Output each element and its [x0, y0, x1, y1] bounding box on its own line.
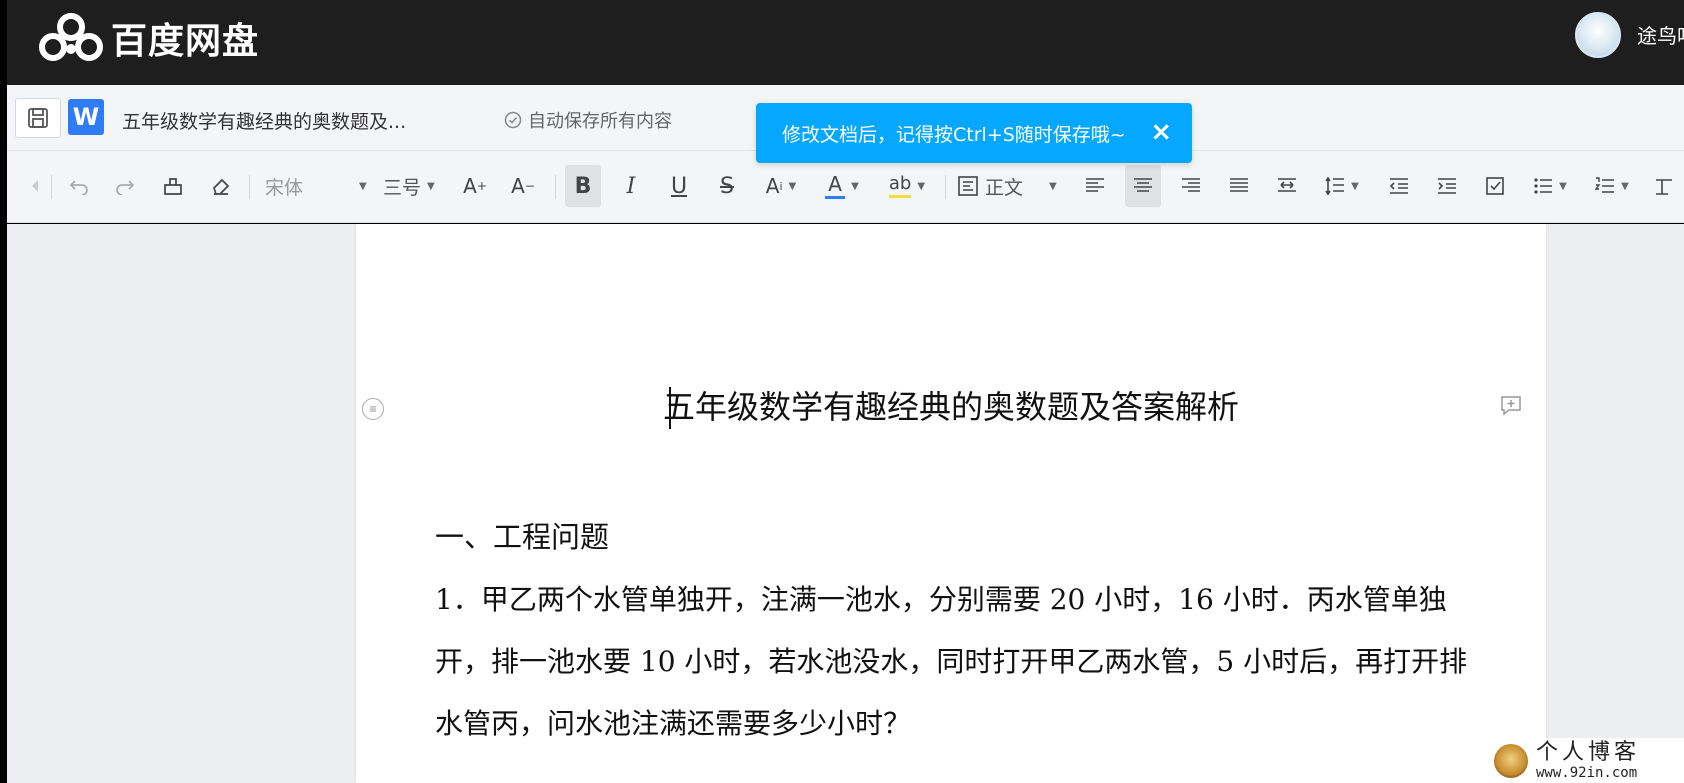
chevron-down-icon: ▼: [359, 180, 367, 192]
user-name[interactable]: 途鸟吧: [1637, 20, 1684, 49]
close-icon[interactable]: ×: [1150, 119, 1172, 145]
top-bar: 百度网盘 途鸟吧: [7, 0, 1684, 85]
baidu-netdisk-logo[interactable]: 百度网盘: [39, 12, 259, 64]
scroll-left-icon[interactable]: [25, 165, 45, 207]
word-doc-icon: W: [68, 99, 104, 135]
watermark-url: www.92in.com: [1536, 764, 1638, 781]
outdent-icon[interactable]: [1381, 165, 1417, 207]
align-justify-icon[interactable]: [1221, 165, 1257, 207]
autosave-status: 自动保存所有内容: [504, 107, 672, 133]
highlight-button[interactable]: ab ▼: [881, 165, 933, 207]
more-tools-icon[interactable]: [1649, 165, 1679, 207]
font-size-value: 三号: [383, 176, 422, 199]
save-icon: [28, 108, 48, 128]
document-title[interactable]: 五年级数学有趣经典的奥数题及...: [122, 107, 406, 134]
document-heading[interactable]: 五年级数学有趣经典的奥数题及答案解析: [356, 382, 1546, 428]
blog-watermark: 个人博客 www.92in.com: [1490, 738, 1684, 783]
save-reminder-toast: 修改文档后，记得按Ctrl+S随时保存哦~ ×: [756, 103, 1192, 163]
indent-icon[interactable]: [1429, 165, 1465, 207]
undo-icon[interactable]: [61, 165, 97, 207]
increase-font-icon[interactable]: A +: [457, 165, 493, 207]
redo-icon[interactable]: [107, 165, 143, 207]
cloud-logo-icon: [39, 13, 103, 61]
eraser-icon[interactable]: [203, 165, 239, 207]
numbered-list-icon[interactable]: ▼: [1587, 165, 1637, 207]
watermark-title: 个人博客: [1536, 739, 1641, 765]
app-name: 百度网盘: [111, 21, 260, 62]
italic-button[interactable]: I: [613, 165, 649, 207]
section-heading[interactable]: 一、工程问题: [435, 514, 609, 556]
font-size-select[interactable]: 三号 ▼: [383, 165, 445, 207]
paragraph-style-select[interactable]: 正文 ▼: [957, 165, 1069, 207]
chevron-down-icon: ▼: [427, 180, 435, 192]
font-color-icon: A: [825, 174, 846, 199]
format-painter-icon[interactable]: [155, 165, 191, 207]
document-paragraph[interactable]: 1．甲乙两个水管单独开，注满一池水，分别需要 20 小时，16 小时．丙水管单独…: [435, 569, 1481, 755]
font-color-button[interactable]: A ▼: [817, 165, 867, 207]
distributed-align-icon[interactable]: [1269, 165, 1305, 207]
align-left-icon[interactable]: [1077, 165, 1113, 207]
save-button[interactable]: [15, 98, 61, 138]
highlight-icon: ab: [889, 174, 911, 198]
user-avatar[interactable]: [1575, 12, 1621, 58]
bold-button[interactable]: B: [565, 165, 601, 207]
decrease-font-icon[interactable]: A −: [505, 165, 541, 207]
check-circle-icon: [504, 111, 522, 129]
checkbox-list-icon[interactable]: [1477, 165, 1513, 207]
toast-message: 修改文档后，记得按Ctrl+S随时保存哦~: [782, 123, 1126, 146]
font-family-select[interactable]: 宋体 ▼: [265, 165, 373, 207]
watermark-avatar: [1494, 743, 1528, 778]
line-spacing-icon[interactable]: ▼: [1317, 165, 1367, 207]
font-family-value: 宋体: [265, 176, 304, 199]
paragraph-style-icon: [958, 176, 978, 196]
align-center-icon[interactable]: [1125, 165, 1161, 207]
paragraph-style-value: 正文: [985, 176, 1024, 199]
underline-button[interactable]: U: [661, 165, 697, 207]
editor-workspace: ≡ 五年级数学有趣经典的奥数题及答案解析 一、工程问题 1．甲乙两个水管单独开，…: [7, 224, 1684, 783]
autosave-text: 自动保存所有内容: [528, 111, 672, 132]
text-effect-icon[interactable]: Ai ▼: [757, 165, 805, 207]
align-right-icon[interactable]: [1173, 165, 1209, 207]
strikethrough-button[interactable]: S: [709, 165, 745, 207]
bullet-list-icon[interactable]: ▼: [1525, 165, 1575, 207]
